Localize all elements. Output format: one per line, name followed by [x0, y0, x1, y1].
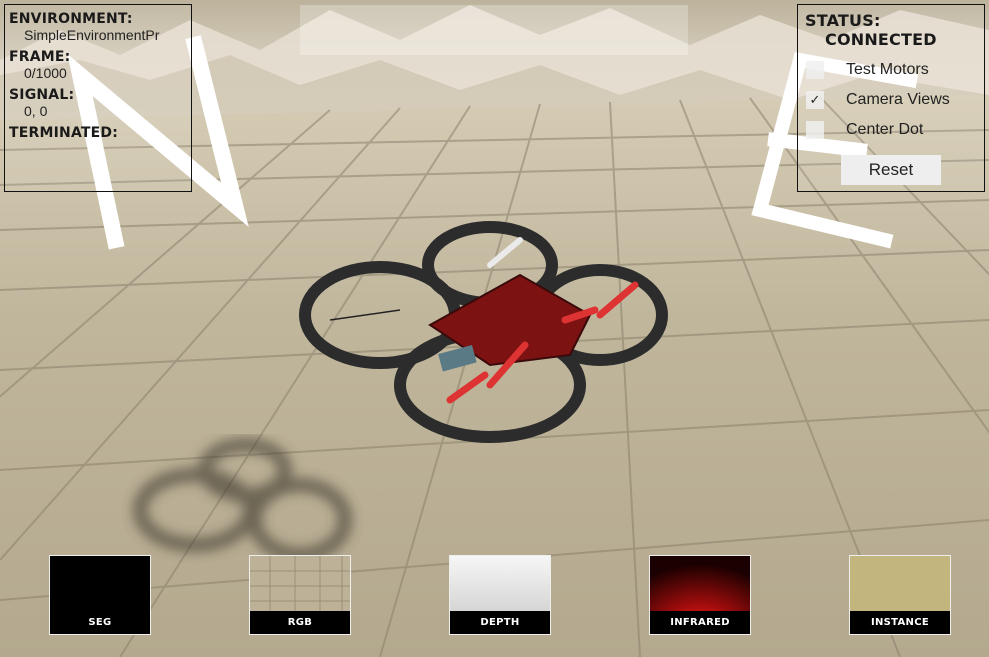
environment-label: Environment:: [9, 11, 133, 27]
toggle-test-motors[interactable]: Test Motors: [806, 60, 929, 80]
status-panel: Status: Connected Test Motors ✓ Camera V…: [797, 4, 985, 192]
camera-seg-label: SEG: [50, 611, 150, 634]
camera-depth[interactable]: Depth: [449, 555, 551, 635]
signal-label: Signal:: [9, 87, 75, 103]
camera-rgb-label: RGB: [250, 611, 350, 634]
frame-value: 0/1000: [24, 65, 67, 81]
center-dot-checkbox[interactable]: [806, 121, 824, 139]
status-label: Status:: [805, 11, 881, 30]
camera-seg[interactable]: SEG: [49, 555, 151, 635]
camera-infrared-label: Infrared: [650, 611, 750, 634]
toggle-camera-views[interactable]: ✓ Camera Views: [806, 90, 950, 110]
frame-label: Frame:: [9, 49, 71, 65]
test-motors-checkbox[interactable]: [806, 61, 824, 79]
terminated-label: Terminated:: [9, 125, 119, 141]
center-dot-label: Center Dot: [846, 121, 924, 138]
camera-instance-label: Instance: [850, 611, 950, 634]
camera-views-checkbox[interactable]: ✓: [806, 91, 824, 109]
camera-rgb[interactable]: RGB: [249, 555, 351, 635]
camera-instance[interactable]: Instance: [849, 555, 951, 635]
test-motors-label: Test Motors: [846, 61, 929, 78]
status-value: Connected: [825, 30, 937, 49]
toggle-center-dot[interactable]: Center Dot: [806, 120, 923, 140]
top-overlay-bar: [300, 5, 688, 55]
camera-depth-label: Depth: [450, 611, 550, 634]
checkmark-icon: ✓: [809, 92, 821, 108]
camera-infrared[interactable]: Infrared: [649, 555, 751, 635]
signal-value: 0, 0: [24, 103, 48, 119]
reset-button[interactable]: Reset: [841, 155, 941, 185]
camera-views-label: Camera Views: [846, 91, 950, 108]
environment-value: SimpleEnvironmentPr: [24, 27, 160, 43]
info-panel: Environment: SimpleEnvironmentPr Frame: …: [4, 4, 192, 192]
